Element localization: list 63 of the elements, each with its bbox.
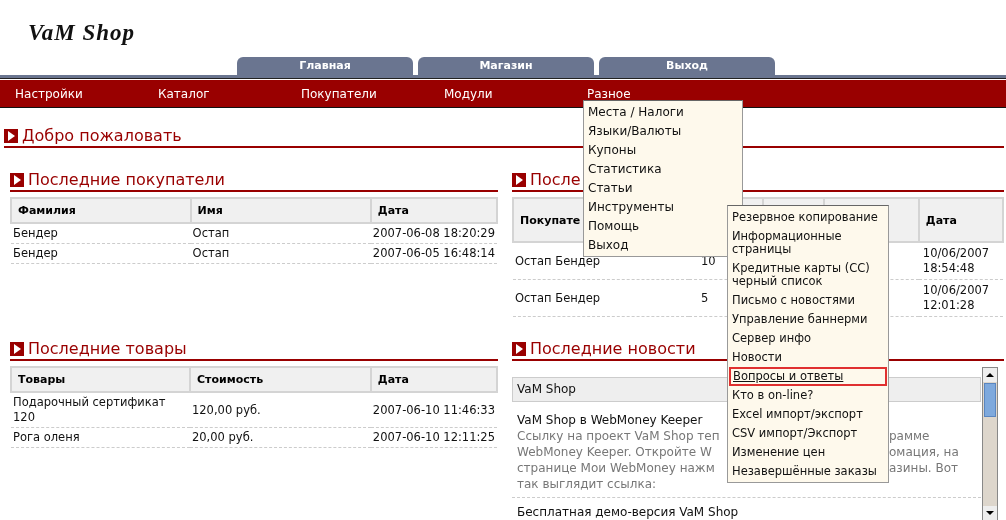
section-title: Последние покупатели: [28, 170, 225, 189]
menu-item[interactable]: Кто в on-line?: [728, 386, 888, 405]
news-title[interactable]: VaM Shop в WebMoney Keeper: [517, 412, 703, 428]
column-header: Имя: [190, 198, 371, 223]
news-text: Ссылку на проект VaM Shop теп: [517, 428, 720, 444]
tab[interactable]: Магазин: [418, 57, 594, 75]
table-cell: 2007-06-10 12:11:25: [370, 427, 497, 448]
column-header: Дата: [370, 367, 497, 392]
table-cell: 20,00 руб.: [189, 427, 371, 448]
menu-item[interactable]: Статистика: [584, 160, 742, 179]
menu-item[interactable]: CSV импорт/Экспорт: [728, 424, 888, 443]
table-cell: 2007-06-08 18:20:29: [370, 223, 497, 244]
scroll-thumb[interactable]: [984, 383, 996, 417]
table-cell: 2007-06-10 11:46:33: [370, 392, 497, 428]
menu-item[interactable]: Сервер инфо: [728, 329, 888, 348]
column-header: Товары: [11, 367, 190, 392]
menu-item[interactable]: Новости: [728, 348, 888, 367]
menu-item[interactable]: Языки/Валюты: [584, 122, 742, 141]
menu-item[interactable]: Вопросы и ответы: [729, 367, 887, 386]
table-cell: Остап: [190, 243, 371, 264]
news-text: омация, на: [889, 444, 959, 460]
table-cell: 10/06/2007 12:01:28: [918, 279, 1003, 317]
tab[interactable]: Главная: [237, 57, 413, 75]
table-cell: Остап: [190, 223, 371, 244]
table-cell: Бендер: [11, 223, 191, 244]
menu-item[interactable]: Настройки: [15, 86, 158, 101]
table-cell: 2007-06-05 16:48:14: [370, 243, 497, 264]
section-title: Последние товары: [28, 339, 187, 358]
section-title: Последние новости: [530, 339, 696, 358]
menu-item[interactable]: Разное: [587, 86, 730, 101]
table-cell: Остап Бендер: [513, 279, 690, 317]
tab[interactable]: Выход: [599, 57, 775, 75]
table-cell: Бендер: [11, 243, 191, 264]
column-header: Дата: [918, 198, 1003, 242]
menu-item[interactable]: Покупатели: [301, 86, 444, 101]
section-title: После: [530, 170, 581, 189]
table-cell: 10/06/2007 18:54:48: [918, 242, 1003, 280]
column-header: Стоимость: [189, 367, 371, 392]
table-cell: 120,00 руб.: [189, 392, 371, 428]
menu-item[interactable]: Незавершённые заказы: [728, 462, 888, 481]
table-cell: Подарочный сертификат 120: [11, 392, 190, 428]
menu-item[interactable]: Модули: [444, 86, 587, 101]
menu-item[interactable]: Резервное копирование: [728, 208, 888, 227]
news-text: азины. Вот: [889, 460, 959, 476]
column-header: Фамилия: [11, 198, 191, 223]
table-cell: Рога оленя: [11, 427, 190, 448]
menu-item[interactable]: Купоны: [584, 141, 742, 160]
menu-item[interactable]: Каталог: [158, 86, 301, 101]
news-text: странице Мои WebMoney нажм: [517, 460, 715, 476]
menu-item[interactable]: Места / Налоги: [584, 103, 742, 122]
news-text: WebMoney Keeper. Откройте W: [517, 444, 712, 460]
news-text: так выглядит ссылка:: [517, 476, 657, 492]
scrollbar[interactable]: [982, 367, 998, 520]
news-text: рамме: [889, 428, 930, 444]
section-title: Добро пожаловать: [22, 126, 182, 145]
menu-item[interactable]: Изменение цен: [728, 443, 888, 462]
column-header: Дата: [370, 198, 497, 223]
menu-item[interactable]: Excel импорт/экспорт: [728, 405, 888, 424]
logo: VaM Shop: [28, 19, 136, 46]
menu-item[interactable]: Статьи: [584, 179, 742, 198]
scroll-up-icon[interactable]: [983, 368, 997, 382]
news-title[interactable]: Бесплатная демо-версия VaM Shop: [517, 504, 739, 520]
scroll-down-icon[interactable]: [983, 506, 997, 520]
